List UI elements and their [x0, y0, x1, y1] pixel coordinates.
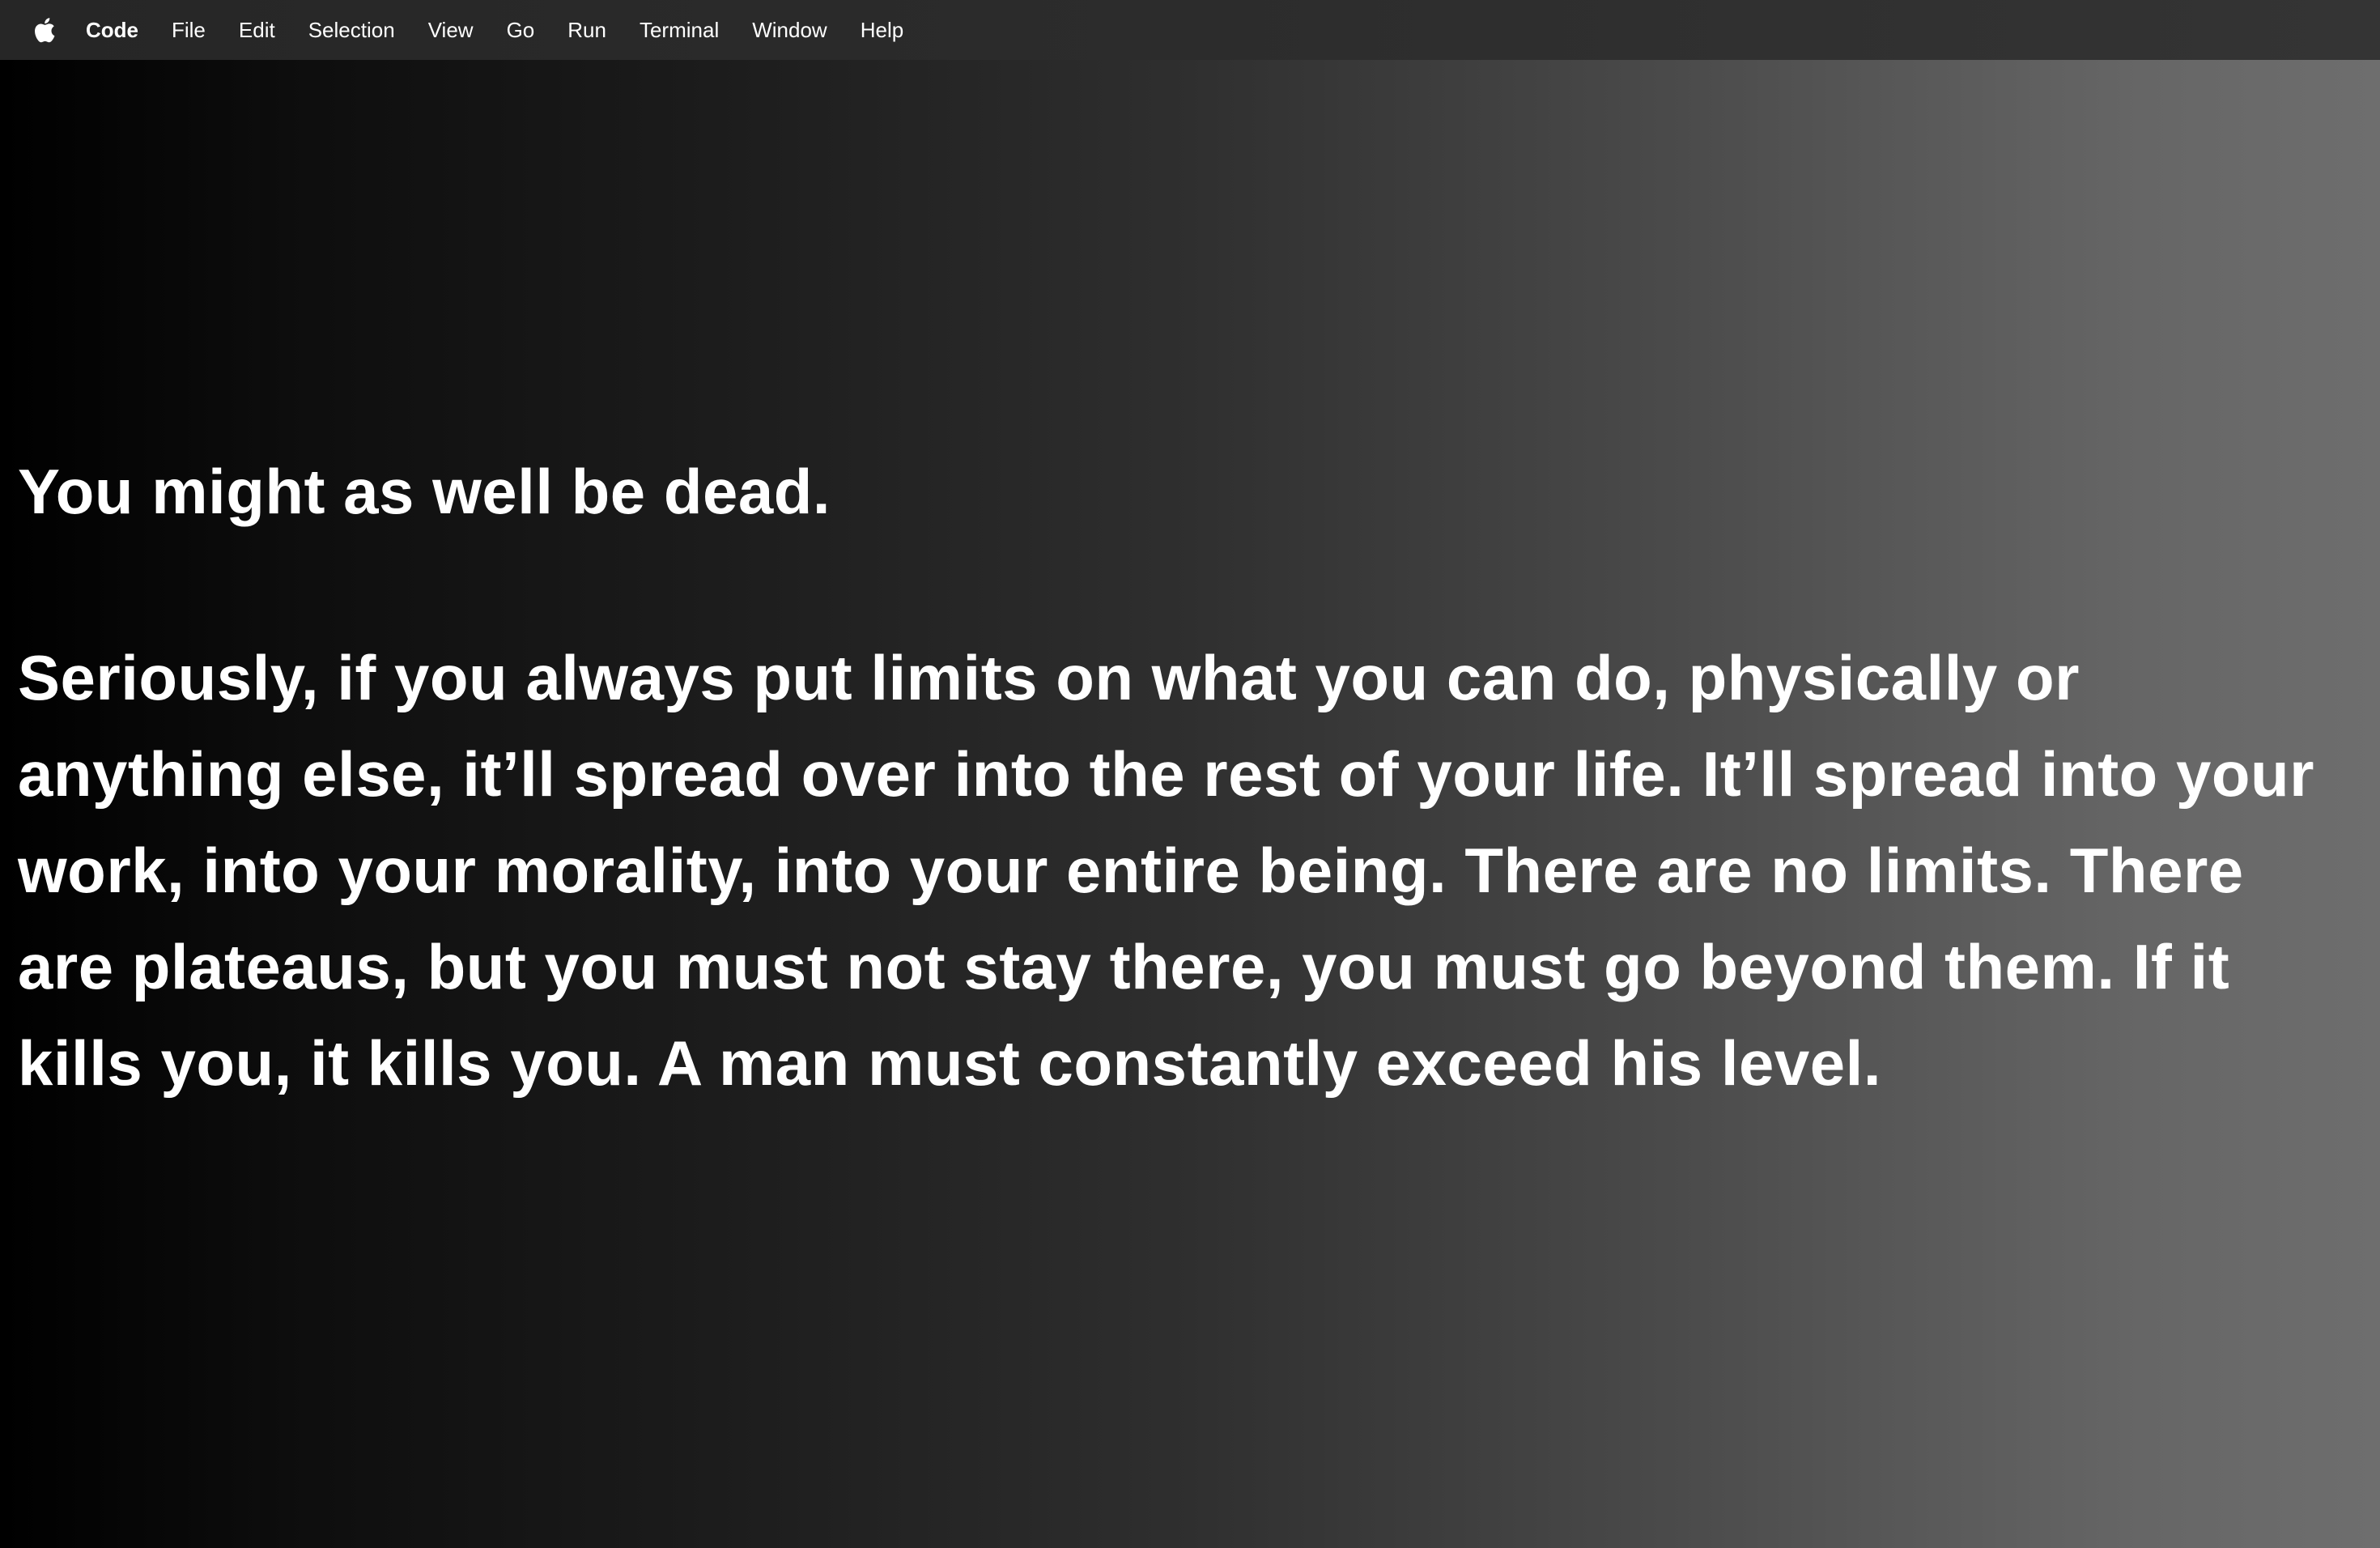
quote-line: Seriously, if you always put limits on w… — [18, 642, 2080, 713]
apple-logo-icon[interactable] — [29, 14, 58, 46]
quote-line: are plateaus, but you must not stay ther… — [18, 931, 2230, 1002]
menu-bar: Code File Edit Selection View Go Run Ter… — [0, 0, 2380, 60]
menu-run[interactable]: Run — [567, 0, 606, 60]
menu-selection[interactable]: Selection — [308, 0, 395, 60]
menu-edit[interactable]: Edit — [239, 0, 275, 60]
quote-line: work, into your morality, into your enti… — [18, 835, 2244, 906]
menu-window[interactable]: Window — [752, 0, 827, 60]
quote-line: anything else, it’ll spread over into th… — [18, 738, 2315, 810]
quote-content: You might as well be dead. Seriously, if… — [18, 444, 2349, 1112]
quote-headline: You might as well be dead. — [18, 456, 831, 527]
menu-terminal[interactable]: Terminal — [640, 0, 719, 60]
menu-view[interactable]: View — [428, 0, 474, 60]
menu-help[interactable]: Help — [861, 0, 903, 60]
apple-logo-icon-svg — [35, 18, 55, 43]
quote-paragraph: Seriously, if you always put limits on w… — [18, 630, 2349, 1112]
menu-go[interactable]: Go — [507, 0, 535, 60]
menu-file[interactable]: File — [172, 0, 206, 60]
menu-code[interactable]: Code — [86, 0, 138, 60]
quote-line: kills you, it kills you. A man must cons… — [18, 1027, 1881, 1099]
